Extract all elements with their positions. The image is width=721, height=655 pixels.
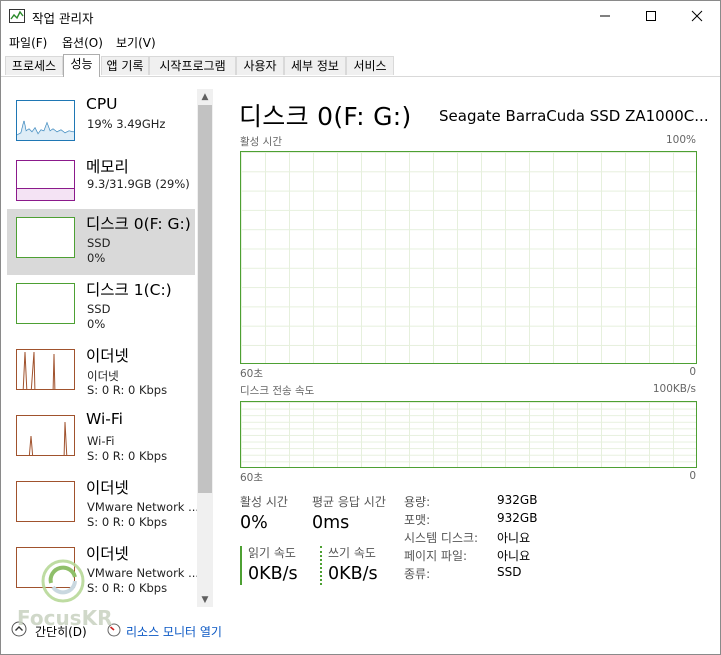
sidebar-item-wifi[interactable]: Wi-Fi Wi-Fi S: 0 R: 0 Kbps [7,407,195,473]
tab-startup[interactable]: 시작프로그램 [149,56,236,75]
window-title: 작업 관리자 [32,11,94,26]
graph1-max: 100% [665,134,696,146]
sidebar-item-disk0[interactable]: 디스크 0(F: G:) SSD 0% [7,209,195,275]
sidebar-item-ethernet-vmware-1[interactable]: 이더넷 VMware Network ... S: 0 R: 0 Kbps [7,473,199,539]
sidebar-item-usage: 0% [87,251,106,265]
tab-services[interactable]: 서비스 [346,56,394,75]
disk0-thumbnail [16,217,75,258]
graph2-label: 디스크 전송 속도 [240,385,315,397]
svg-text:FocusKR: FocusKR [17,606,113,630]
sidebar-item-title: 디스크 1(C:) [86,281,172,299]
sidebar-item-sub: 이더넷 [87,369,119,383]
vmware1-thumbnail [16,481,75,522]
active-time-label: 활성 시간 [240,495,288,509]
resource-list: CPU 19% 3.49GHz 메모리 9.3/31.9GB (29%) 디스크… [1,81,213,611]
scroll-up-arrow-icon[interactable]: ▲ [197,90,213,104]
graph2-left: 60초 [240,472,264,484]
graph2-max: 100KB/s [652,383,696,395]
prop-type-value: SSD [497,565,522,579]
resource-monitor-link[interactable]: 리소스 모니터 열기 [126,623,222,640]
minimize-button[interactable] [582,1,628,31]
wifi-thumbnail [16,415,75,456]
prop-page-file-value: 아니요 [497,549,531,563]
tab-users[interactable]: 사용자 [236,56,284,75]
disk-model: Seagate BarraCuda SSD ZA1000C... [439,107,709,125]
tab-app-history[interactable]: 앱 기록 [101,56,149,75]
disk-detail-panel: 디스크 0(F: G:) Seagate BarraCuda SSD ZA100… [215,81,720,611]
tab-processes[interactable]: 프로세스 [5,56,63,75]
transfer-rate-graph [240,401,697,468]
write-speed-marker [320,546,322,585]
sidebar-item-title: CPU [86,95,118,113]
menu-file[interactable]: 파일(F) [9,34,47,51]
response-time-label: 평균 응답 시간 [312,495,386,509]
menu-bar: 파일(F) 옵션(O) 보기(V) [1,32,720,52]
task-manager-window: 작업 관리자 파일(F) 옵션(O) 보기(V) 프로세스 성능 앱 기록 시작… [0,0,721,655]
prop-system-disk-value: 아니요 [497,531,531,545]
sidebar-item-sub: SSD [87,302,111,316]
sidebar-item-sub: SSD [87,236,111,250]
tab-strip: 프로세스 성능 앱 기록 시작프로그램 사용자 세부 정보 서비스 [1,54,720,77]
sidebar-item-rate: S: 0 R: 0 Kbps [87,515,168,529]
write-speed-value: 0KB/s [328,564,378,584]
menu-options[interactable]: 옵션(O) [62,34,103,51]
tab-performance[interactable]: 성능 [63,54,100,77]
task-manager-icon [9,9,25,23]
close-button[interactable] [674,1,720,31]
disk1-thumbnail [16,283,75,324]
prop-capacity-value: 932GB [497,493,538,507]
graph1-right: 0 [689,366,696,378]
page-title: 디스크 0(F: G:) [239,102,412,131]
watermark-logo: FocusKR [17,559,137,639]
menu-view[interactable]: 보기(V) [116,34,156,51]
write-speed-label: 쓰기 속도 [328,546,376,560]
sidebar-item-title: 메모리 [86,158,129,176]
sidebar-item-cpu[interactable]: CPU 19% 3.49GHz [7,92,195,158]
cpu-thumbnail [16,100,75,141]
maximize-icon [646,11,656,21]
sidebar-item-title: Wi-Fi [86,410,123,428]
prop-type-key: 종류: [404,567,431,581]
sidebar-item-rate: S: 0 R: 0 Kbps [87,449,168,463]
title-bar: 작업 관리자 [1,1,720,32]
active-time-graph [240,151,697,364]
close-icon [691,10,703,22]
response-time-value: 0ms [312,513,350,533]
sidebar-item-usage: 0% [87,317,106,331]
sidebar-item-sub: 19% 3.49GHz [87,117,166,131]
prop-system-disk-key: 시스템 디스크: [404,531,479,545]
sidebar-item-title: 이더넷 [86,347,129,365]
sidebar-item-ethernet[interactable]: 이더넷 이더넷 S: 0 R: 0 Kbps [7,341,195,407]
maximize-button[interactable] [628,1,674,31]
minimize-icon [600,15,610,17]
memory-thumbnail [16,160,75,201]
read-speed-value: 0KB/s [248,564,298,584]
sidebar-item-sub: 9.3/31.9GB (29%) [87,177,190,191]
sidebar-item-rate: S: 0 R: 0 Kbps [87,383,168,397]
prop-format-key: 포맷: [404,513,431,527]
prop-page-file-key: 페이지 파일: [404,549,468,563]
read-speed-label: 읽기 속도 [248,546,296,560]
read-speed-marker [240,546,242,585]
graph1-left: 60초 [240,368,264,380]
graph1-label: 활성 시간 [240,136,282,148]
active-time-value: 0% [240,513,268,533]
sidebar-item-title: 디스크 0(F: G:) [86,215,191,233]
tab-details[interactable]: 세부 정보 [284,56,346,75]
prop-format-value: 932GB [497,511,538,525]
prop-capacity-key: 용량: [404,495,431,509]
sidebar-item-disk1[interactable]: 디스크 1(C:) SSD 0% [7,275,195,341]
sidebar-scroll-thumb[interactable] [198,105,212,493]
graph2-right: 0 [689,470,696,482]
sidebar-item-sub: Wi-Fi [87,434,115,448]
sidebar-item-title: 이더넷 [86,479,129,497]
sidebar-item-sub: VMware Network ... [87,500,200,514]
ethernet-thumbnail [16,349,75,390]
scroll-down-arrow-icon[interactable]: ▼ [197,593,213,607]
